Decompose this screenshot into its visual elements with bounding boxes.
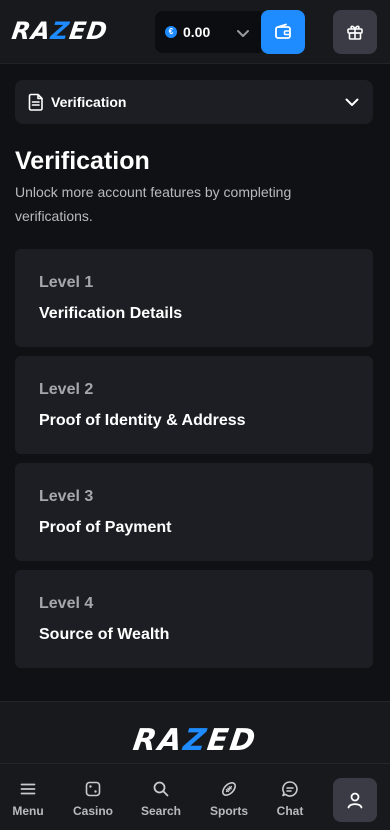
level-name: Verification Details [39,305,183,322]
football-icon [222,782,236,796]
balance-amount: 0.00 [183,24,211,40]
document-icon [28,93,43,111]
level-number: Level 1 [39,274,94,291]
nav-menu[interactable]: Menu [0,764,58,830]
dice-icon [85,781,101,797]
page-subtitle: Unlock more account features by completi… [15,184,292,224]
level-card-4[interactable]: Level 4 Source of Wealth [15,570,373,668]
logo-text-post: ED [204,723,260,758]
gift-button[interactable] [333,10,377,54]
chevron-down-icon [345,98,359,106]
nav-search[interactable]: Search [131,764,191,830]
footer: RAZED [0,701,390,763]
gift-icon [347,25,363,40]
level-card-2[interactable]: Level 2 Proof of Identity & Address [15,356,373,454]
nav-sports[interactable]: Sports [199,764,259,830]
chat-icon [282,781,298,797]
nav-label: Search [140,804,182,818]
chevron-down-icon [237,30,249,37]
razed-logo[interactable]: RAZED [10,17,110,45]
level-number: Level 2 [39,381,94,398]
level-card-1[interactable]: Level 1 Verification Details [15,249,373,347]
verification-dropdown[interactable]: Verification [15,80,373,124]
footer-logo: RAZED [0,723,390,758]
level-name: Source of Wealth [39,626,170,643]
page-title: Verification [15,147,150,175]
level-name: Proof of Payment [39,519,172,536]
logo-text-pre: RA [130,723,187,758]
nav-casino[interactable]: Casino [63,764,123,830]
logo-text-pre: RA [10,17,54,45]
level-number: Level 3 [39,488,94,505]
level-card-3[interactable]: Level 3 Proof of Payment [15,463,373,561]
search-icon [153,781,169,797]
logo-text-post: ED [67,17,110,45]
nav-label: Sports [209,804,248,818]
nav-chat[interactable]: Chat [260,764,320,830]
wallet-icon [275,23,291,39]
nav-label: Casino [72,804,113,818]
user-icon [347,792,363,809]
profile-button[interactable] [333,778,377,822]
top-bar: RAZED € 0.00 [0,0,390,64]
wallet-button[interactable] [261,10,305,54]
level-number: Level 4 [39,595,94,612]
nav-label: Menu [12,804,44,818]
balance-selector[interactable]: € 0.00 [155,11,261,53]
bottom-nav: Menu Casino Search Sports Chat [0,763,390,830]
menu-icon [20,783,36,795]
level-name: Proof of Identity & Address [39,412,246,429]
euro-coin-icon: € [165,26,177,38]
dropdown-label: Verification [51,94,127,110]
nav-label: Chat [276,804,304,818]
